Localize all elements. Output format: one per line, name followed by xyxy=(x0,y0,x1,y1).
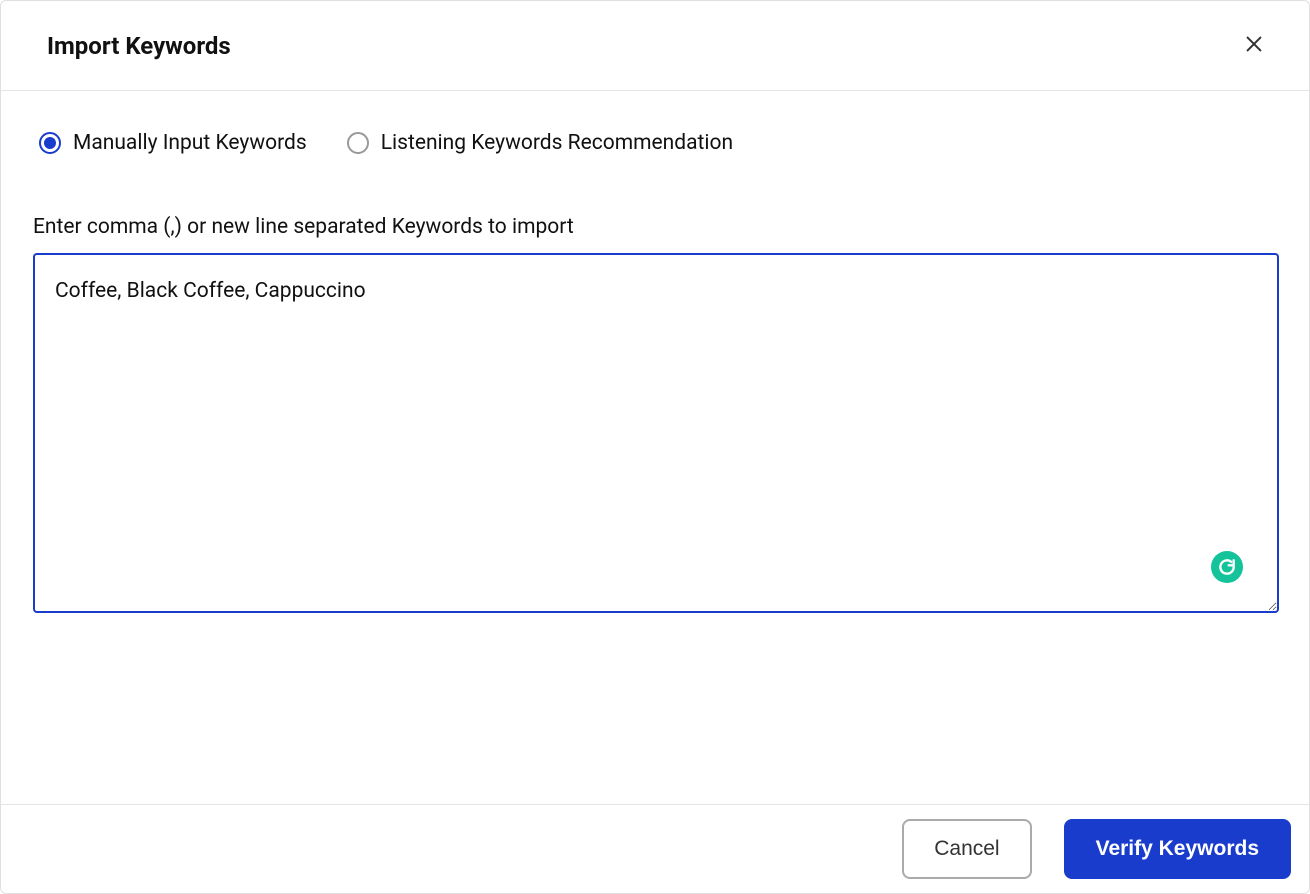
cancel-button[interactable]: Cancel xyxy=(902,819,1031,879)
import-keywords-modal: Import Keywords Manually Input Keywords … xyxy=(0,0,1310,894)
input-mode-radio-group: Manually Input Keywords Listening Keywor… xyxy=(33,131,1279,155)
modal-body: Manually Input Keywords Listening Keywor… xyxy=(1,91,1309,804)
textarea-wrapper xyxy=(33,253,1279,617)
radio-manual-label: Manually Input Keywords xyxy=(73,131,307,155)
radio-manual-input[interactable]: Manually Input Keywords xyxy=(39,131,307,155)
verify-keywords-button[interactable]: Verify Keywords xyxy=(1064,819,1291,879)
radio-selected-icon xyxy=(39,132,61,154)
modal-title: Import Keywords xyxy=(47,32,231,60)
modal-header: Import Keywords xyxy=(1,1,1309,91)
radio-unselected-icon xyxy=(347,132,369,154)
close-icon xyxy=(1243,33,1265,58)
keywords-textarea[interactable] xyxy=(33,253,1279,613)
modal-footer: Cancel Verify Keywords xyxy=(1,804,1309,893)
keywords-field-label: Enter comma (,) or new line separated Ke… xyxy=(33,215,1279,239)
radio-recommendation-label: Listening Keywords Recommendation xyxy=(381,131,733,155)
radio-listening-recommendation[interactable]: Listening Keywords Recommendation xyxy=(347,131,733,155)
close-button[interactable] xyxy=(1239,29,1269,62)
